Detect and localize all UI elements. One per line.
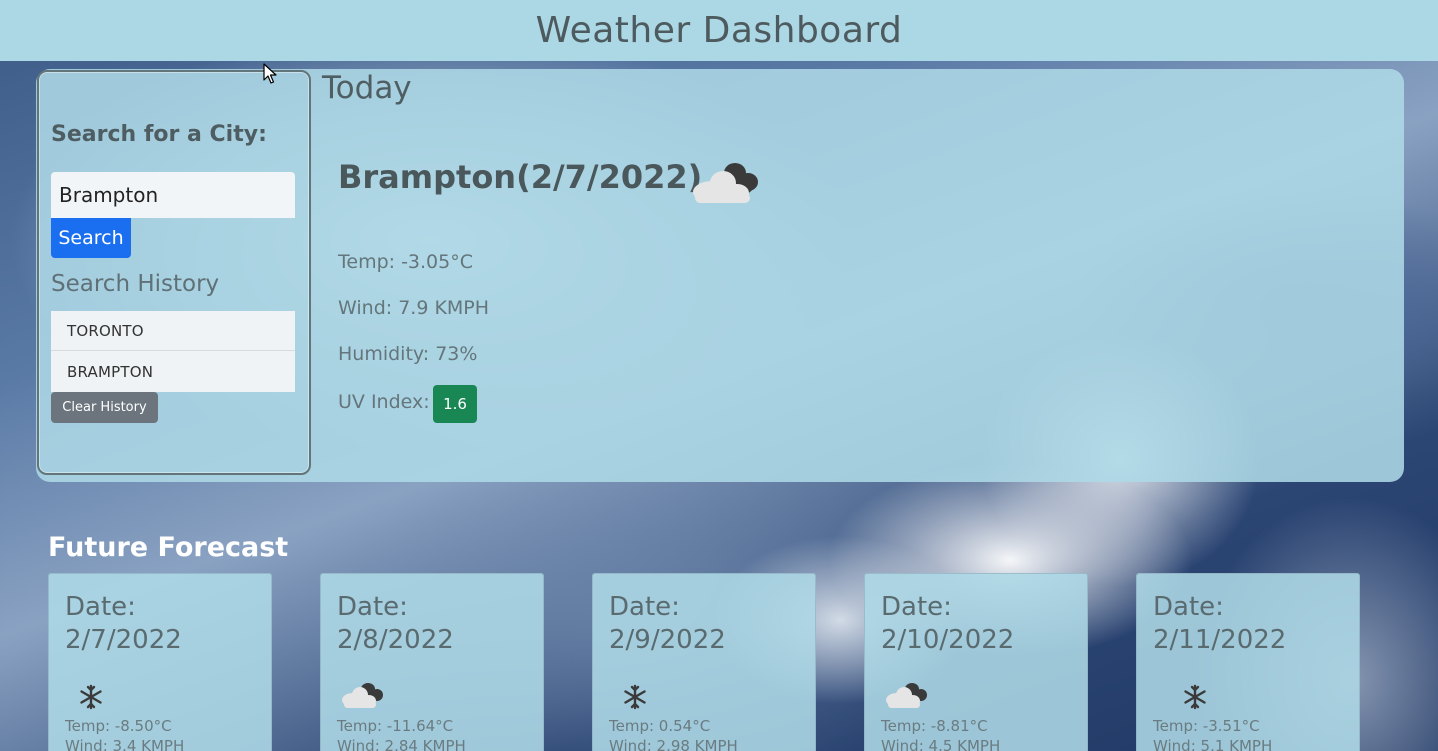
city-search-input[interactable] [51,172,295,218]
forecast-date: Date: 2/10/2022 [881,592,1015,655]
today-section-title: Today [322,70,412,106]
snowflake-icon [80,684,102,710]
search-label: Search for a City: [51,122,267,147]
mouse-cursor-icon [263,63,277,84]
today-uv-label: UV Index: [338,391,430,413]
cloud-icon [342,683,383,708]
city-date-heading: Brampton(2/7/2022) [338,158,703,196]
today-wind: Wind: 7.9 KMPH [338,297,490,319]
forecast-temp: Temp: -11.64°C [337,717,454,735]
app-header: Weather Dashboard [0,0,1438,61]
forecast-date: Date: 2/11/2022 [1153,592,1287,655]
page-title: Weather Dashboard [535,10,903,51]
forecast-date: Date: 2/7/2022 [65,592,182,655]
forecast-card: Date: 2/8/2022 Temp: -11.64°C Wind: 2.84… [320,573,544,751]
search-history-title: Search History [51,271,220,297]
forecast-temp: Temp: 0.54°C [609,717,711,735]
forecast-wind: Wind: 5.1 KMPH [1153,737,1273,751]
forecast-card: Date: 2/11/2022 Temp: -3.51°C Wind: 5.1 … [1136,573,1360,751]
forecast-date: Date: 2/8/2022 [337,592,454,655]
cloud-icon [886,683,927,708]
forecast-temp: Temp: -8.50°C [65,717,172,735]
future-forecast-title: Future Forecast [48,532,289,563]
cloud-icon [693,163,758,203]
forecast-card: Date: 2/9/2022 Temp: 0.54°C Wind: 2.98 K… [592,573,816,751]
search-history-list: TORONTO BRAMPTON [51,311,295,392]
forecast-temp: Temp: -3.51°C [1153,717,1260,735]
snowflake-icon [1184,684,1206,710]
snowflake-icon [624,684,646,710]
forecast-wind: Wind: 3.4 KMPH [65,737,185,751]
uv-index-badge: 1.6 [433,385,477,423]
forecast-card: Date: 2/10/2022 Temp: -8.81°C Wind: 4.5 … [864,573,1088,751]
forecast-wind: Wind: 2.98 KMPH [609,737,738,751]
forecast-date: Date: 2/9/2022 [609,592,726,655]
forecast-card: Date: 2/7/2022 Temp: -8.50°C Wind: 3.4 K… [48,573,272,751]
today-humidity: Humidity: 73% [338,343,478,365]
clear-history-button[interactable]: Clear History [51,392,158,423]
search-button[interactable]: Search [51,218,131,258]
forecast-wind: Wind: 4.5 KMPH [881,737,1001,751]
forecast-wind: Wind: 2.84 KMPH [337,737,466,751]
today-temp: Temp: -3.05°C [338,251,474,273]
forecast-temp: Temp: -8.81°C [881,717,988,735]
history-item-brampton[interactable]: BRAMPTON [51,351,295,392]
history-item-toronto[interactable]: TORONTO [51,311,295,351]
